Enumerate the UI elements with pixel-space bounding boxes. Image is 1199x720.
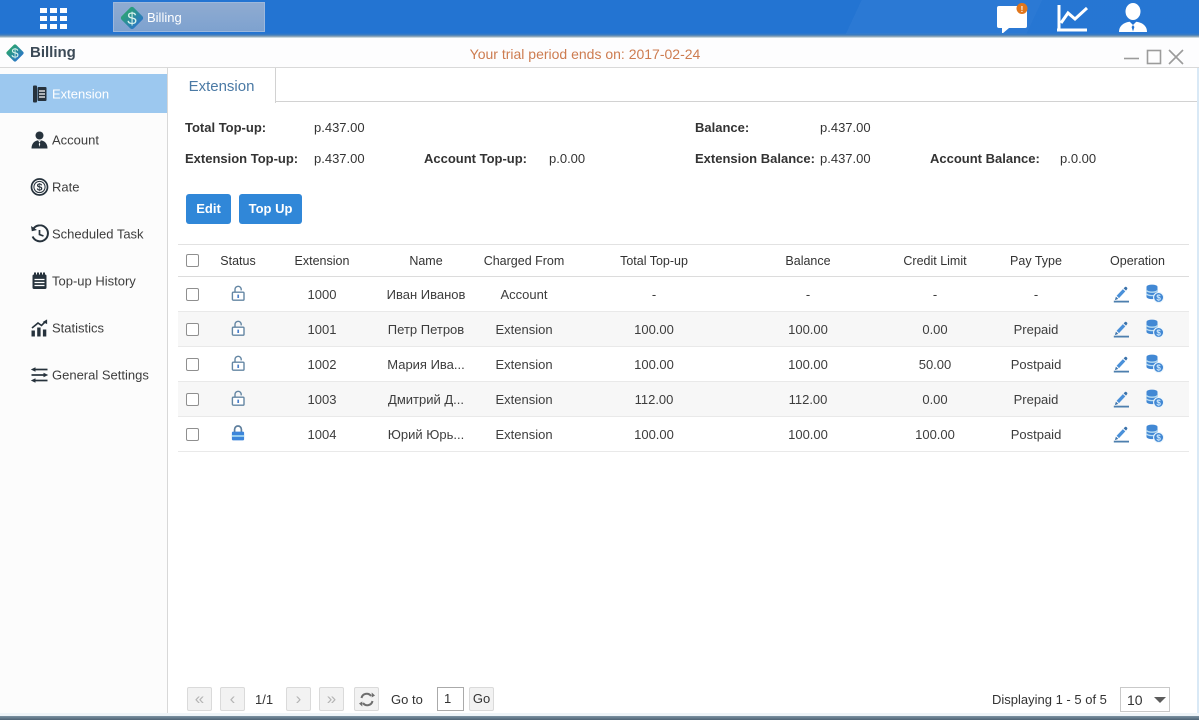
svg-text:$: $ [1156,433,1161,442]
svg-text:$: $ [1156,398,1161,407]
svg-text:$: $ [1156,328,1161,337]
svg-text:$: $ [1156,293,1161,302]
svg-text:$: $ [127,9,137,28]
svg-text:$: $ [37,182,43,194]
svg-text:!: ! [1021,5,1024,14]
svg-text:$: $ [1156,363,1161,372]
